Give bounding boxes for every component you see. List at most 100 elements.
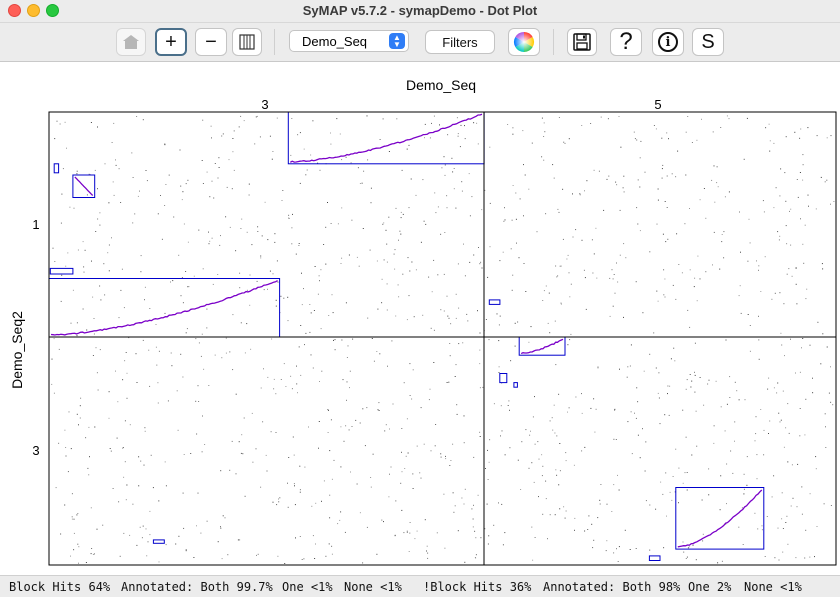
scatter-hit [687, 116, 689, 117]
scatter-hit [222, 133, 224, 135]
scatter-hit [747, 314, 749, 315]
scatter-hit [471, 508, 473, 510]
scatter-hit [55, 487, 57, 489]
scatter-hit [825, 426, 826, 428]
scatter-hit [701, 118, 702, 120]
scatter-hit [152, 487, 154, 489]
scatter-hit [325, 555, 327, 557]
scatter-hit [136, 116, 138, 117]
x-tick-label: 5 [654, 97, 661, 112]
scatter-hit [171, 365, 173, 367]
synteny-block [287, 111, 485, 165]
scatter-hit [206, 327, 208, 329]
scatter-hit [684, 472, 686, 474]
scatter-hit [441, 167, 443, 169]
scatter-hit [123, 532, 125, 534]
scatter-hit [755, 416, 757, 418]
zoom-out-button[interactable]: − [195, 28, 227, 56]
save-button[interactable] [567, 28, 597, 56]
scatter-hit [110, 450, 112, 452]
scale-button[interactable] [232, 28, 262, 56]
scatter-hit [328, 543, 330, 545]
info-button[interactable]: i [652, 28, 684, 56]
scatter-hit [616, 184, 618, 186]
scatter-hit [826, 179, 828, 181]
project-select[interactable]: Demo_Seq ▲ ▼ [289, 30, 409, 52]
scatter-hit [512, 274, 514, 276]
scatter-hit [187, 286, 189, 288]
scatter-hit [378, 402, 380, 404]
dot-plot[interactable]: Demo_Seq Demo_Seq2 3 5 1 3 [0, 62, 840, 575]
scatter-hit [547, 322, 549, 324]
scatter-hit [593, 169, 595, 171]
scatter-hit [299, 491, 301, 493]
scatter-hit [164, 461, 166, 463]
zoom-in-button[interactable]: + [155, 28, 187, 56]
scatter-hit [440, 309, 442, 311]
scatter-hit [572, 193, 573, 195]
scatter-hit [186, 328, 188, 330]
scatter-hit [77, 543, 79, 545]
scatter-hit [760, 291, 762, 292]
scatter-hit [288, 218, 290, 219]
scatter-hit [821, 263, 823, 265]
scatter-hit [694, 374, 696, 376]
scatter-hit [419, 472, 421, 474]
scatter-hit [332, 312, 334, 314]
scatter-hit [655, 367, 657, 369]
scatter-hit [211, 137, 212, 139]
color-button[interactable] [508, 28, 540, 56]
scatter-hit [339, 133, 341, 135]
scatter-hit [244, 495, 246, 497]
scatter-hit [287, 320, 289, 322]
scatter-hit [393, 253, 395, 255]
scatter-hit [475, 554, 477, 556]
stats-button[interactable]: S [692, 28, 724, 56]
scatter-hit [777, 231, 779, 233]
synteny-block [513, 382, 518, 388]
scatter-hit [531, 526, 533, 528]
scatter-hit [271, 158, 273, 160]
scatter-hit [96, 372, 98, 374]
scatter-hit [111, 142, 113, 143]
scatter-hit [556, 435, 558, 437]
scatter-hit [140, 460, 142, 462]
scatter-hit [97, 218, 99, 220]
scatter-hit [639, 157, 641, 159]
filters-button[interactable]: Filters [425, 30, 495, 54]
scatter-hit [502, 251, 504, 253]
scatter-hit [719, 509, 721, 511]
scatter-hit [682, 409, 684, 411]
scatter-hit [489, 439, 491, 441]
scatter-hit [713, 425, 715, 427]
scatter-hit [420, 477, 422, 479]
scatter-hit [362, 562, 364, 564]
scatter-hit [815, 208, 817, 210]
scatter-hit [463, 442, 465, 444]
scatter-hit [499, 260, 501, 262]
scatter-hit [97, 126, 98, 128]
scatter-hit [639, 230, 641, 232]
scatter-hit [597, 367, 599, 369]
help-button[interactable]: ? [610, 28, 642, 56]
home-button[interactable] [116, 28, 146, 56]
scatter-hit [200, 355, 202, 357]
scatter-hit [92, 355, 94, 356]
scatter-hit [830, 401, 832, 403]
scatter-hit [292, 213, 293, 215]
scatter-hit [388, 151, 390, 152]
scatter-hit [585, 308, 587, 310]
info-icon-glyph: i [665, 34, 671, 50]
scatter-hit [711, 179, 713, 181]
scatter-hit [606, 540, 608, 542]
scatter-hit [405, 455, 407, 457]
scatter-hit [251, 244, 253, 246]
scatter-hit [226, 186, 228, 188]
scatter-hit [676, 233, 678, 235]
scatter-hit [406, 531, 408, 533]
scatter-hit [515, 192, 517, 194]
scatter-hit [723, 231, 725, 233]
scatter-hit [685, 436, 687, 438]
scatter-hit [425, 223, 427, 225]
scatter-hit [290, 154, 292, 156]
